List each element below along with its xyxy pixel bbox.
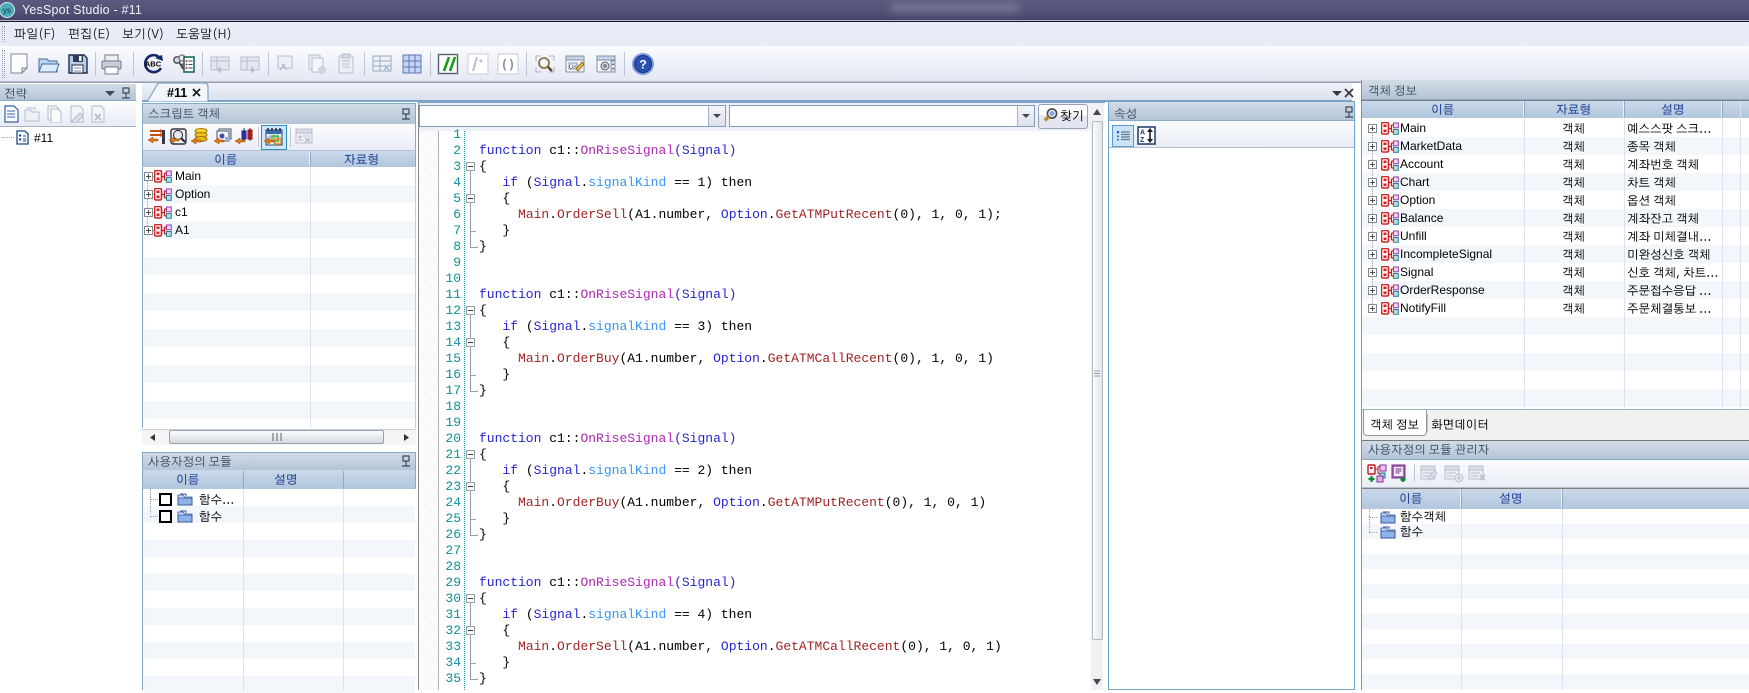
svg-text:( ): ( )	[502, 57, 513, 71]
svg-text:Z: Z	[1140, 137, 1145, 144]
svg-text:A: A	[1140, 130, 1145, 137]
svg-text:#11: #11	[167, 86, 187, 100]
svg-text:ABC: ABC	[145, 60, 162, 69]
svg-text:*: *	[479, 58, 483, 69]
svg-text:ys: ys	[3, 6, 11, 15]
svg-text:?: ?	[639, 58, 646, 72]
